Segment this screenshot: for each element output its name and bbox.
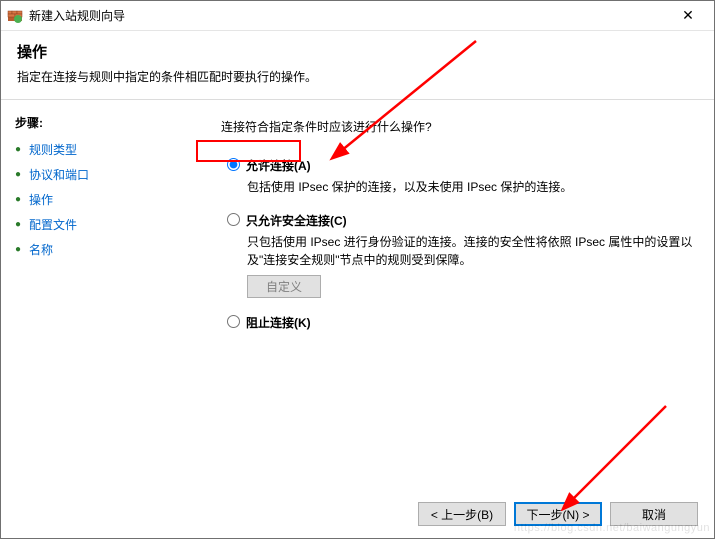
radio-secure-desc: 只包括使用 IPsec 进行身份验证的连接。连接的安全性将依照 IPsec 属性… <box>247 233 696 269</box>
close-button[interactable]: ✕ <box>668 2 708 30</box>
radio-allow-label: 允许连接(A) <box>246 157 311 174</box>
radio-block-input[interactable] <box>227 315 240 328</box>
radio-block-label: 阻止连接(K) <box>246 314 311 331</box>
step-link[interactable]: 操作 <box>29 191 53 208</box>
radio-secure[interactable]: 只允许安全连接(C) 只包括使用 IPsec 进行身份验证的连接。连接的安全性将… <box>225 212 696 298</box>
radio-block[interactable]: 阻止连接(K) <box>225 314 696 331</box>
page-subtitle: 指定在连接与规则中指定的条件相匹配时要执行的操作。 <box>17 68 698 85</box>
firewall-icon <box>7 8 23 24</box>
radio-allow-input[interactable] <box>227 158 240 171</box>
steps-heading: 步骤: <box>15 114 186 131</box>
close-icon: ✕ <box>682 7 694 24</box>
step-link[interactable]: 名称 <box>29 241 53 258</box>
radio-allow-desc: 包括使用 IPsec 保护的连接，以及未使用 IPsec 保护的连接。 <box>247 178 696 196</box>
content-panel: 连接符合指定条件时应该进行什么操作? 允许连接(A) 包括使用 IPsec 保护… <box>196 100 714 495</box>
step-link[interactable]: 配置文件 <box>29 216 77 233</box>
window-title: 新建入站规则向导 <box>29 7 668 24</box>
radio-secure-label: 只允许安全连接(C) <box>246 212 347 229</box>
wizard-body: 步骤: ● 规则类型 ● 协议和端口 ● 操作 ● 配置文件 ● 名称 <box>1 100 714 495</box>
page-title: 操作 <box>17 41 698 62</box>
step-link[interactable]: 协议和端口 <box>29 166 89 183</box>
step-name[interactable]: ● 名称 <box>15 241 186 258</box>
titlebar: 新建入站规则向导 ✕ <box>1 1 714 31</box>
bullet-icon: ● <box>15 144 29 155</box>
wizard-window: 新建入站规则向导 ✕ 操作 指定在连接与规则中指定的条件相匹配时要执行的操作。 … <box>0 0 715 539</box>
radio-allow[interactable]: 允许连接(A) 包括使用 IPsec 保护的连接，以及未使用 IPsec 保护的… <box>225 157 696 196</box>
step-action[interactable]: ● 操作 <box>15 191 186 208</box>
wizard-header: 操作 指定在连接与规则中指定的条件相匹配时要执行的操作。 <box>1 31 714 100</box>
customize-button: 自定义 <box>247 275 321 298</box>
back-button[interactable]: < 上一步(B) <box>418 502 506 526</box>
watermark: https://blog.csdn.net/baiwangungyun <box>514 522 710 534</box>
content-prompt: 连接符合指定条件时应该进行什么操作? <box>221 118 696 135</box>
steps-sidebar: 步骤: ● 规则类型 ● 协议和端口 ● 操作 ● 配置文件 ● 名称 <box>1 100 196 495</box>
bullet-icon: ● <box>15 169 29 180</box>
bullet-icon: ● <box>15 194 29 205</box>
radio-secure-input[interactable] <box>227 213 240 226</box>
bullet-icon: ● <box>15 244 29 255</box>
action-radio-group: 允许连接(A) 包括使用 IPsec 保护的连接，以及未使用 IPsec 保护的… <box>225 157 696 331</box>
bullet-icon: ● <box>15 219 29 230</box>
step-rule-type[interactable]: ● 规则类型 <box>15 141 186 158</box>
step-protocol-ports[interactable]: ● 协议和端口 <box>15 166 186 183</box>
step-profile[interactable]: ● 配置文件 <box>15 216 186 233</box>
step-link[interactable]: 规则类型 <box>29 141 77 158</box>
